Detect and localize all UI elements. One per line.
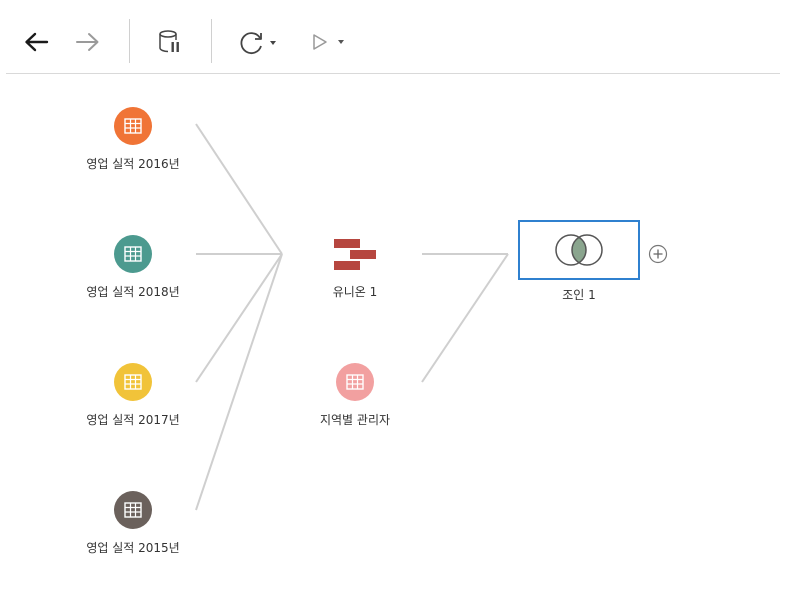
union-step[interactable]: 유니온 1 bbox=[300, 235, 410, 299]
back-button[interactable] bbox=[20, 26, 52, 58]
join-step[interactable]: 조인 1 bbox=[516, 220, 642, 302]
play-icon bbox=[313, 34, 344, 50]
join-step-box bbox=[518, 220, 640, 280]
input-step-circle bbox=[336, 363, 374, 401]
input-step-circle bbox=[114, 491, 152, 529]
union-step-box bbox=[332, 235, 378, 273]
input-step-2018[interactable]: 영업 실적 2018년 bbox=[64, 235, 202, 299]
input-step-circle bbox=[114, 107, 152, 145]
input-step-label: 영업 실적 2015년 bbox=[86, 541, 180, 555]
input-step-circle bbox=[114, 235, 152, 273]
flow-canvas[interactable]: 영업 실적 2016년 영업 실적 2018년 영업 실적 2017년 영업 실… bbox=[0, 74, 794, 600]
database-pause-icon bbox=[159, 30, 179, 53]
forward-button[interactable] bbox=[72, 26, 104, 58]
refresh-icon bbox=[240, 32, 276, 55]
refresh-button[interactable] bbox=[234, 26, 280, 58]
input-step-2017[interactable]: 영업 실적 2017년 bbox=[64, 363, 202, 427]
flow-editor: 영업 실적 2016년 영업 실적 2018년 영업 실적 2017년 영업 실… bbox=[0, 0, 794, 600]
table-icon bbox=[124, 246, 142, 262]
toolbar bbox=[0, 0, 794, 74]
toolbar-separator bbox=[211, 19, 212, 63]
inner-join-icon bbox=[555, 234, 603, 266]
join-step-label: 조인 1 bbox=[562, 288, 596, 302]
run-button[interactable] bbox=[306, 26, 350, 58]
add-step-button[interactable] bbox=[648, 244, 668, 264]
arrow-right-icon bbox=[76, 33, 99, 51]
table-icon bbox=[124, 502, 142, 518]
union-icon bbox=[334, 239, 376, 270]
table-icon bbox=[124, 118, 142, 134]
input-step-2015[interactable]: 영업 실적 2015년 bbox=[64, 491, 202, 555]
input-step-circle bbox=[114, 363, 152, 401]
table-icon bbox=[346, 374, 364, 390]
connector-line bbox=[195, 123, 283, 255]
input-step-label: 지역별 관리자 bbox=[319, 413, 391, 427]
input-step-regional-manager[interactable]: 지역별 관리자 bbox=[265, 363, 445, 427]
toolbar-separator bbox=[129, 19, 130, 63]
data-source-button[interactable] bbox=[152, 26, 188, 58]
table-icon bbox=[124, 374, 142, 390]
arrow-left-icon bbox=[25, 32, 49, 52]
union-step-label: 유니온 1 bbox=[332, 285, 378, 299]
input-step-2016[interactable]: 영업 실적 2016년 bbox=[64, 107, 202, 171]
input-step-label: 영업 실적 2017년 bbox=[86, 413, 180, 427]
input-step-label: 영업 실적 2016년 bbox=[86, 157, 180, 171]
add-step-icon bbox=[648, 244, 668, 264]
input-step-label: 영업 실적 2018년 bbox=[86, 285, 180, 299]
